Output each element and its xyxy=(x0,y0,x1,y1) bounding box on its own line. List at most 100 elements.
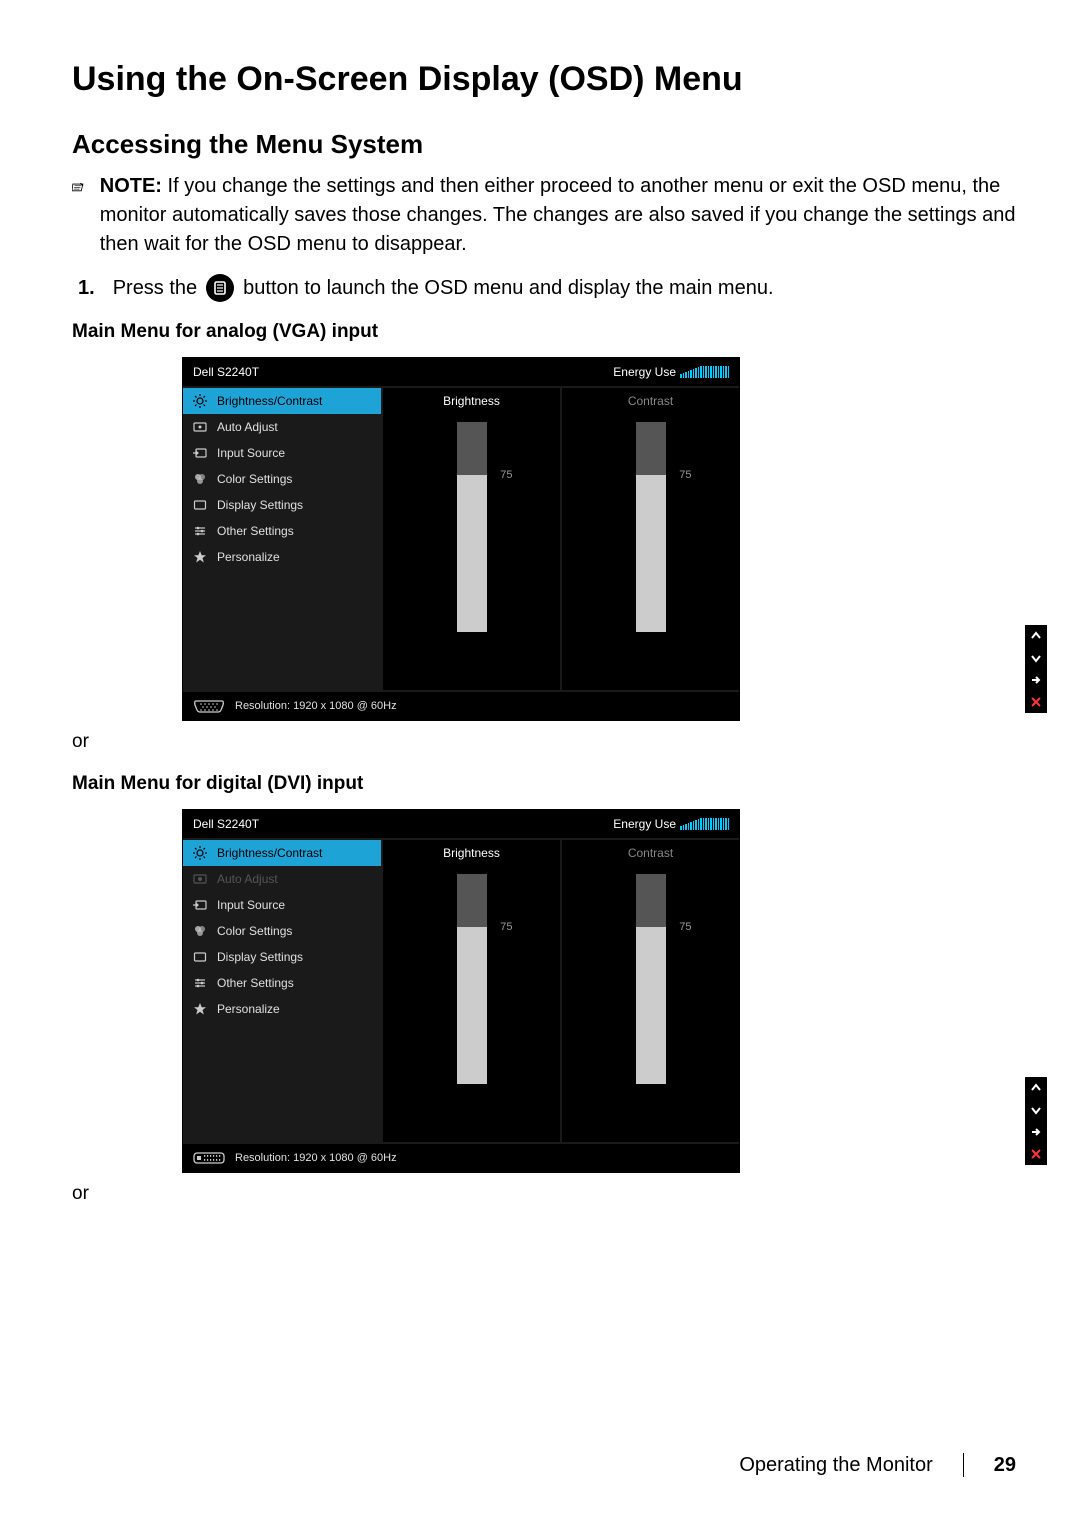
osd-model: Dell S2240T xyxy=(193,365,259,379)
nav-close-button[interactable] xyxy=(1025,1143,1047,1165)
menu-item-label: Other Settings xyxy=(217,976,294,990)
menu-display-settings[interactable]: Display Settings xyxy=(183,492,381,518)
menu-personalize[interactable]: Personalize xyxy=(183,544,381,570)
menu-brightness-contrast[interactable]: Brightness/Contrast xyxy=(183,840,381,866)
contrast-value: 75 xyxy=(679,469,691,481)
nav-up-button[interactable] xyxy=(1025,625,1047,647)
footer-divider xyxy=(963,1453,964,1477)
menu-display-settings[interactable]: Display Settings xyxy=(183,944,381,970)
other-settings-icon xyxy=(193,976,207,990)
step-text: Press the button to launch the OSD menu … xyxy=(113,273,774,303)
display-settings-icon xyxy=(193,498,207,512)
nav-up-button[interactable] xyxy=(1025,1077,1047,1099)
page-title: Using the On-Screen Display (OSD) Menu xyxy=(72,60,1020,99)
star-icon xyxy=(193,1002,207,1016)
menu-item-label: Color Settings xyxy=(217,472,292,486)
energy-bars-icon xyxy=(680,818,729,830)
energy-label: Energy Use xyxy=(613,817,676,831)
contrast-gauge[interactable]: 75 xyxy=(636,422,666,632)
dvi-connector-icon xyxy=(193,1151,225,1165)
step-number: 1. xyxy=(78,277,95,300)
display-settings-icon xyxy=(193,950,207,964)
note-body: If you change the settings and then eith… xyxy=(100,175,1016,255)
menu-color-settings[interactable]: Color Settings xyxy=(183,466,381,492)
menu-auto-adjust[interactable]: Auto Adjust xyxy=(183,414,381,440)
menu-item-label: Input Source xyxy=(217,446,285,460)
contrast-label: Contrast xyxy=(628,846,673,860)
or-separator: or xyxy=(72,1183,1020,1205)
menu-input-source[interactable]: Input Source xyxy=(183,440,381,466)
note-icon xyxy=(72,176,84,198)
or-separator: or xyxy=(72,731,1020,753)
vga-connector-icon xyxy=(193,699,225,713)
brightness-column: Brightness 75 xyxy=(381,388,560,690)
menu-item-label: Personalize xyxy=(217,1002,280,1016)
osd-menu-list: Brightness/Contrast Auto Adjust Input So… xyxy=(183,388,381,690)
menu-item-label: Other Settings xyxy=(217,524,294,538)
sun-icon xyxy=(193,394,207,408)
resolution-text: Resolution: 1920 x 1080 @ 60Hz xyxy=(235,700,397,712)
menu-input-source[interactable]: Input Source xyxy=(183,892,381,918)
menu-other-settings[interactable]: Other Settings xyxy=(183,518,381,544)
osd-screenshot-dvi: Dell S2240T Energy Use Brightness/Contra… xyxy=(182,809,1020,1173)
menu-item-label: Brightness/Contrast xyxy=(217,846,322,860)
menu-item-label: Personalize xyxy=(217,550,280,564)
menu-item-label: Color Settings xyxy=(217,924,292,938)
menu-item-label: Input Source xyxy=(217,898,285,912)
note-prefix: NOTE: xyxy=(100,175,162,197)
contrast-column: Contrast 75 xyxy=(560,388,739,690)
energy-indicator: Energy Use xyxy=(613,365,729,379)
energy-label: Energy Use xyxy=(613,365,676,379)
menu-other-settings[interactable]: Other Settings xyxy=(183,970,381,996)
resolution-text: Resolution: 1920 x 1080 @ 60Hz xyxy=(235,1152,397,1164)
brightness-label: Brightness xyxy=(443,846,500,860)
energy-indicator: Energy Use xyxy=(613,817,729,831)
sun-icon xyxy=(193,846,207,860)
vga-heading: Main Menu for analog (VGA) input xyxy=(72,321,1020,343)
dvi-heading: Main Menu for digital (DVI) input xyxy=(72,773,1020,795)
nav-down-button[interactable] xyxy=(1025,1099,1047,1121)
page-footer: Operating the Monitor 29 xyxy=(739,1453,1016,1477)
contrast-gauge[interactable]: 75 xyxy=(636,874,666,1084)
contrast-column: Contrast 75 xyxy=(560,840,739,1142)
color-settings-icon xyxy=(193,472,207,486)
nav-enter-button[interactable] xyxy=(1025,669,1047,691)
osd-screenshot-vga: Dell S2240T Energy Use Brightness/Contra… xyxy=(182,357,1020,721)
menu-item-label: Auto Adjust xyxy=(217,872,278,886)
brightness-value: 75 xyxy=(500,921,512,933)
contrast-value: 75 xyxy=(679,921,691,933)
menu-color-settings[interactable]: Color Settings xyxy=(183,918,381,944)
osd-nav-buttons xyxy=(1025,625,1047,713)
star-icon xyxy=(193,550,207,564)
auto-adjust-icon xyxy=(193,420,207,434)
menu-button-icon xyxy=(205,273,235,303)
step-after: button to launch the OSD menu and displa… xyxy=(243,277,773,300)
brightness-gauge[interactable]: 75 xyxy=(457,874,487,1084)
osd-model: Dell S2240T xyxy=(193,817,259,831)
nav-close-button[interactable] xyxy=(1025,691,1047,713)
nav-enter-button[interactable] xyxy=(1025,1121,1047,1143)
osd-menu-list: Brightness/Contrast Auto Adjust Input So… xyxy=(183,840,381,1142)
auto-adjust-icon xyxy=(193,872,207,886)
menu-item-label: Auto Adjust xyxy=(217,420,278,434)
menu-item-label: Brightness/Contrast xyxy=(217,394,322,408)
input-source-icon xyxy=(193,898,207,912)
energy-bars-icon xyxy=(680,366,729,378)
menu-item-label: Display Settings xyxy=(217,950,303,964)
menu-personalize[interactable]: Personalize xyxy=(183,996,381,1022)
menu-item-label: Display Settings xyxy=(217,498,303,512)
brightness-label: Brightness xyxy=(443,394,500,408)
osd-nav-buttons xyxy=(1025,1077,1047,1165)
color-settings-icon xyxy=(193,924,207,938)
nav-down-button[interactable] xyxy=(1025,647,1047,669)
section-title: Accessing the Menu System xyxy=(72,129,1020,160)
step-before: Press the xyxy=(113,277,197,300)
input-source-icon xyxy=(193,446,207,460)
footer-section: Operating the Monitor xyxy=(739,1454,932,1477)
other-settings-icon xyxy=(193,524,207,538)
contrast-label: Contrast xyxy=(628,394,673,408)
menu-brightness-contrast[interactable]: Brightness/Contrast xyxy=(183,388,381,414)
brightness-gauge[interactable]: 75 xyxy=(457,422,487,632)
brightness-value: 75 xyxy=(500,469,512,481)
footer-page-number: 29 xyxy=(994,1454,1016,1477)
